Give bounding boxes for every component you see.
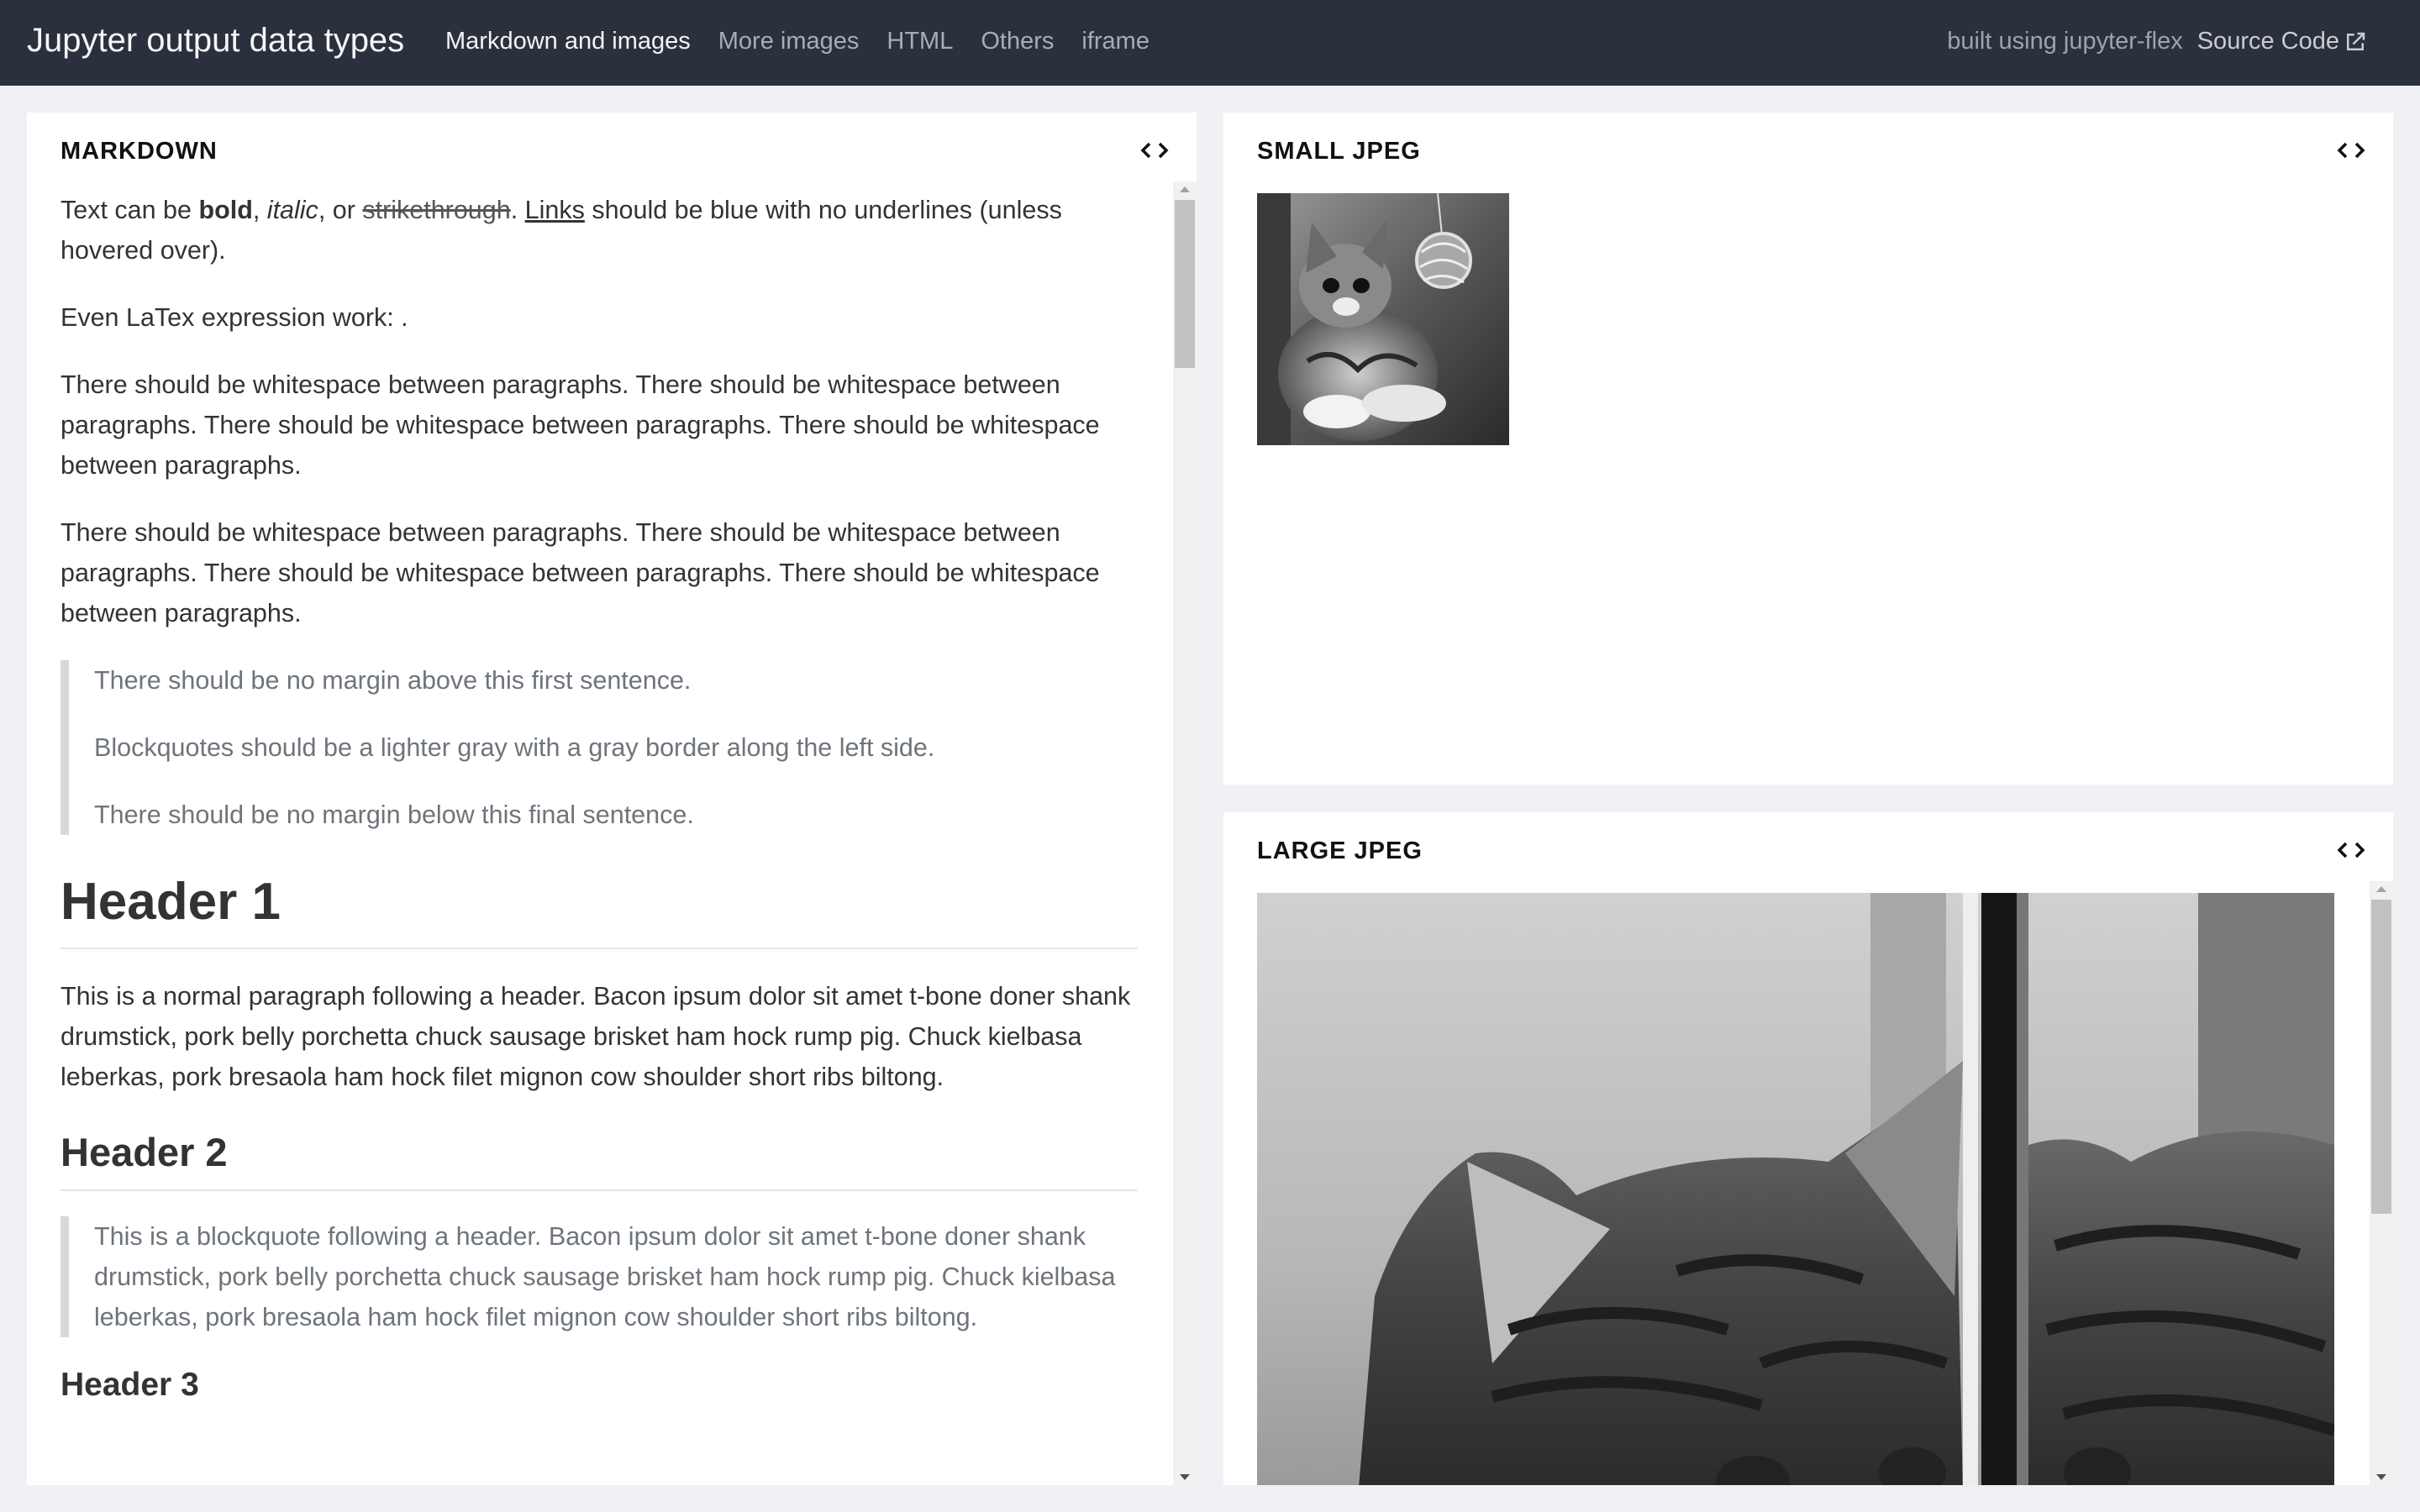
paragraph-after-header: This is a normal paragraph following a h… <box>60 982 1131 1091</box>
source-code-link[interactable]: Source Code <box>2197 28 2368 55</box>
blockquote-2: This is a blockquote following a header.… <box>60 1216 1138 1337</box>
nav-tabs: Markdown and images More images HTML Oth… <box>445 28 1177 55</box>
header-2: Header 2 <box>60 1124 1138 1191</box>
paragraph-whitespace-2: There should be whitespace between parag… <box>60 518 1100 627</box>
blockquote-line: There should be no margin above this fir… <box>94 666 692 695</box>
italic-text: italic <box>266 196 318 224</box>
text-sep: . <box>510 196 525 224</box>
blockquote-line: This is a blockquote following a header.… <box>94 1222 1116 1331</box>
blockquote-1: There should be no margin above this fir… <box>60 660 1138 835</box>
paragraph-whitespace-1: There should be whitespace between parag… <box>60 370 1100 480</box>
scroll-thumb[interactable] <box>2371 900 2391 1214</box>
tab-iframe[interactable]: iframe <box>1081 28 1150 55</box>
paragraph-formatting: Text can be bold, italic, or strikethrou… <box>60 190 1138 270</box>
app-title[interactable]: Jupyter output data types <box>27 22 404 60</box>
text-sep: , <box>252 196 267 224</box>
markdown-content: Text can be bold, italic, or strikethrou… <box>60 190 1138 1406</box>
text-sep: , or <box>318 196 363 224</box>
top-navbar: Jupyter output data types Markdown and i… <box>0 0 2420 86</box>
code-brackets-icon[interactable] <box>2336 837 2366 863</box>
code-brackets-icon[interactable] <box>2336 138 2366 163</box>
tab-more-images[interactable]: More images <box>718 28 860 55</box>
large-jpeg-scrollbar[interactable] <box>2370 881 2393 1485</box>
source-code-label: Source Code <box>2196 28 2339 55</box>
blockquote-line: Blockquotes should be a lighter gray wit… <box>94 733 935 762</box>
paragraph-latex: Even LaTex expression work: . <box>60 303 408 332</box>
scroll-up-arrow[interactable] <box>1180 186 1190 192</box>
code-brackets-icon[interactable] <box>1139 138 1170 163</box>
card-title-small-jpeg: SMALL JPEG <box>1257 138 1421 165</box>
small-jpeg-card: SMALL JPEG <box>1223 113 2393 785</box>
card-title-large-jpeg: LARGE JPEG <box>1257 837 1423 864</box>
markdown-scrollbar[interactable] <box>1173 181 1197 1485</box>
scroll-up-arrow[interactable] <box>2376 886 2386 892</box>
scroll-thumb[interactable] <box>1175 200 1195 368</box>
external-link-icon <box>2347 32 2365 50</box>
header-3: Header 3 <box>60 1367 199 1403</box>
bold-text: bold <box>198 196 253 224</box>
tab-html[interactable]: HTML <box>886 28 953 55</box>
links-link[interactable]: Links <box>525 196 585 224</box>
built-using-text: built using jupyter-flex <box>1947 28 2183 55</box>
header-1: Header 1 <box>60 862 1138 949</box>
markdown-card: MARKDOWN Text can be bold, italic, or st… <box>27 113 1197 1485</box>
blockquote-line: There should be no margin below this fin… <box>94 801 694 829</box>
tab-markdown-and-images[interactable]: Markdown and images <box>445 28 691 55</box>
large-jpeg-card: LARGE JPEG <box>1223 812 2393 1485</box>
kitten-small-image <box>1257 193 1509 445</box>
card-title-markdown: MARKDOWN <box>60 138 218 165</box>
kitten-large-image <box>1257 893 2334 1485</box>
text-pre: Text can be <box>60 196 199 224</box>
scroll-down-arrow[interactable] <box>2376 1474 2386 1480</box>
strikethrough-text: strikethrough <box>362 196 511 224</box>
tab-others[interactable]: Others <box>981 28 1054 55</box>
nav-right: built using jupyter-flex Source Code <box>1947 28 2368 55</box>
scroll-down-arrow[interactable] <box>1180 1474 1190 1480</box>
